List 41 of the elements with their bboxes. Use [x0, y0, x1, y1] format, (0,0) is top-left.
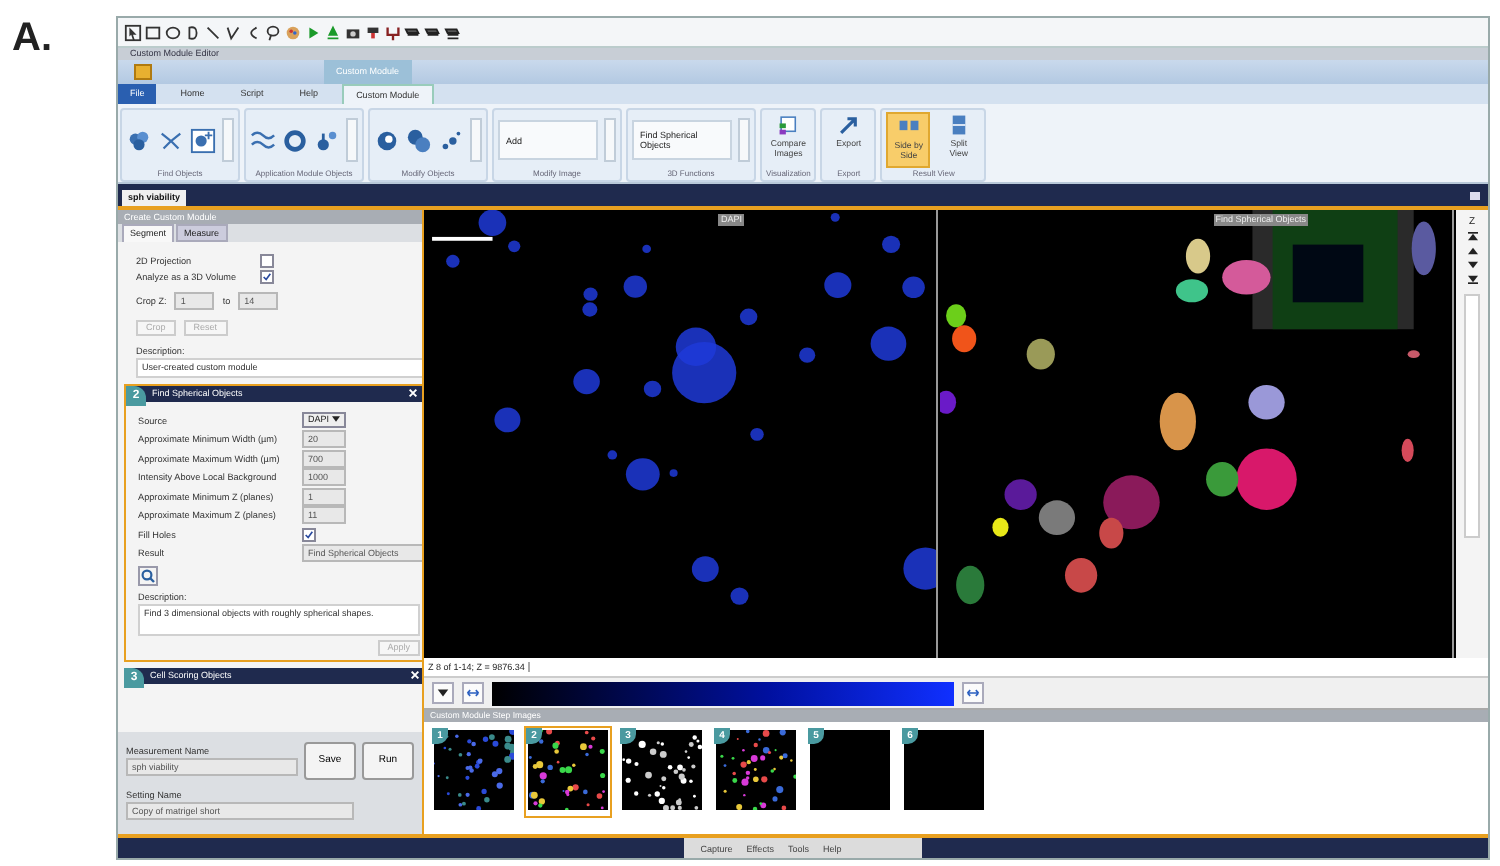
dots-icon[interactable]: [438, 127, 464, 153]
lasso-icon[interactable]: [264, 23, 282, 41]
cells-icon[interactable]: [126, 127, 152, 153]
scrollbar[interactable]: [1464, 294, 1480, 538]
checkbox[interactable]: [260, 269, 274, 283]
figure-label: A.: [10, 14, 54, 62]
add-object-icon[interactable]: [190, 127, 216, 153]
fit-range-icon[interactable]: [462, 682, 484, 704]
blobs-icon[interactable]: [406, 127, 432, 153]
camera-icon[interactable]: [344, 23, 362, 41]
palette-icon[interactable]: [284, 23, 302, 41]
stamp-icon[interactable]: [364, 23, 382, 41]
fork-icon[interactable]: [384, 23, 402, 41]
ring-icon[interactable]: [282, 127, 308, 153]
pointer-icon[interactable]: [124, 23, 142, 41]
shape-icon[interactable]: [184, 23, 202, 41]
search-icon[interactable]: [138, 565, 158, 585]
split-view-icon: [947, 114, 970, 136]
rectangle-icon[interactable]: [144, 23, 162, 41]
stack-icon[interactable]: [444, 23, 462, 41]
dropdown-icon[interactable]: [432, 682, 454, 704]
wave-icon[interactable]: [250, 127, 276, 153]
checkbox[interactable]: [260, 253, 274, 267]
curve-icon[interactable]: [244, 23, 262, 41]
compare-images-icon: [777, 114, 800, 136]
stack-icon[interactable]: [424, 23, 442, 41]
close-icon[interactable]: [410, 670, 420, 680]
arrow-icon: [837, 114, 860, 136]
branch-icon[interactable]: [158, 127, 184, 153]
fit-range-icon[interactable]: [962, 682, 984, 704]
molecule-icon[interactable]: [314, 127, 340, 153]
stack-icon[interactable]: [404, 23, 422, 41]
checkbox[interactable]: [302, 527, 316, 542]
caret-icon: [331, 416, 340, 423]
color-gradient-bar[interactable]: [492, 681, 954, 705]
close-icon[interactable]: [408, 388, 418, 398]
play-icon[interactable]: [304, 23, 322, 41]
line-icon[interactable]: [204, 23, 222, 41]
blob-icon[interactable]: [374, 127, 400, 153]
polyline-icon[interactable]: [224, 23, 242, 41]
ellipse-icon[interactable]: [164, 23, 182, 41]
